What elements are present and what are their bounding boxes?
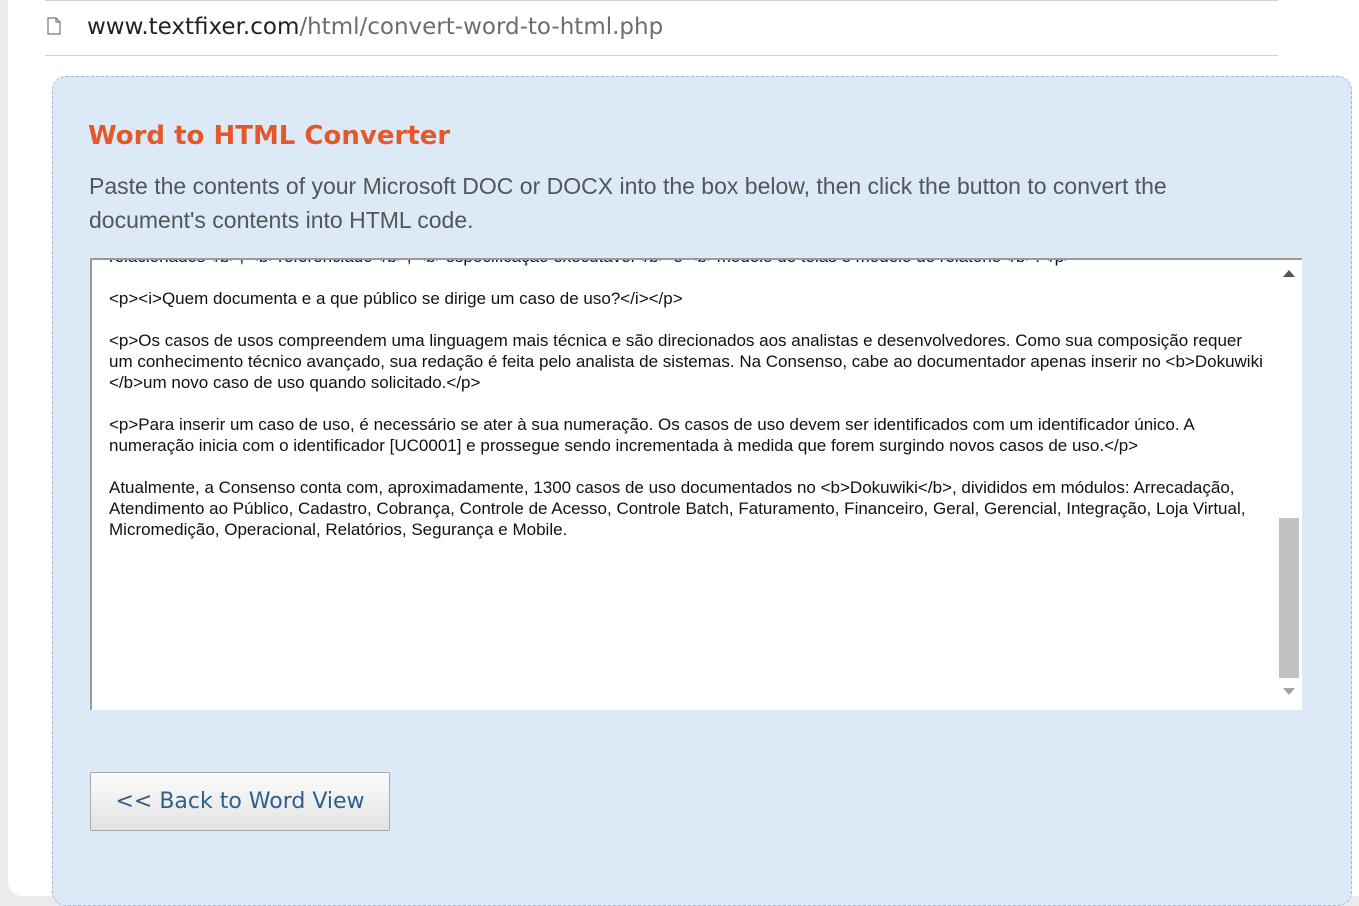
page-title: Word to HTML Converter <box>88 121 451 151</box>
intro-text: Paste the contents of your Microsoft DOC… <box>89 173 1167 233</box>
textarea-paragraph: <p>Os casos de usos compreendem uma ling… <box>109 331 1268 392</box>
page-icon <box>47 17 61 35</box>
textarea-paragraph: <p>Para inserir um caso de uso, é necess… <box>109 415 1199 455</box>
textarea-paragraph: <p><i>Quem documenta e a que público se … <box>109 289 683 308</box>
html-output-textarea[interactable]: relacionados</b>, <b>referenciado</b>, <… <box>90 258 1302 710</box>
url-text[interactable]: www.textfixer.com/html/convert-word-to-h… <box>87 13 663 41</box>
address-bar[interactable]: www.textfixer.com/html/convert-word-to-h… <box>45 0 1278 56</box>
converter-panel: Word to HTML Converter Paste the content… <box>52 76 1352 906</box>
scroll-thumb[interactable] <box>1279 518 1299 678</box>
vertical-scrollbar[interactable] <box>1276 260 1302 710</box>
back-to-word-view-button[interactable]: << Back to Word View <box>90 772 390 831</box>
scroll-up-arrow-icon[interactable] <box>1283 270 1295 277</box>
browser-window: www.textfixer.com/html/convert-word-to-h… <box>8 0 1359 906</box>
textarea-content: relacionados</b>, <b>referenciado</b>, <… <box>109 260 1269 561</box>
textarea-paragraph: Atualmente, a Consenso conta com, aproxi… <box>109 478 1251 539</box>
url-host: www.textfixer.com <box>87 14 300 40</box>
url-path: /html/convert-word-to-html.php <box>299 14 664 40</box>
scroll-down-arrow-icon[interactable] <box>1283 688 1295 695</box>
textarea-paragraph: relacionados</b>, <b>referenciado</b>, <… <box>109 260 1269 267</box>
